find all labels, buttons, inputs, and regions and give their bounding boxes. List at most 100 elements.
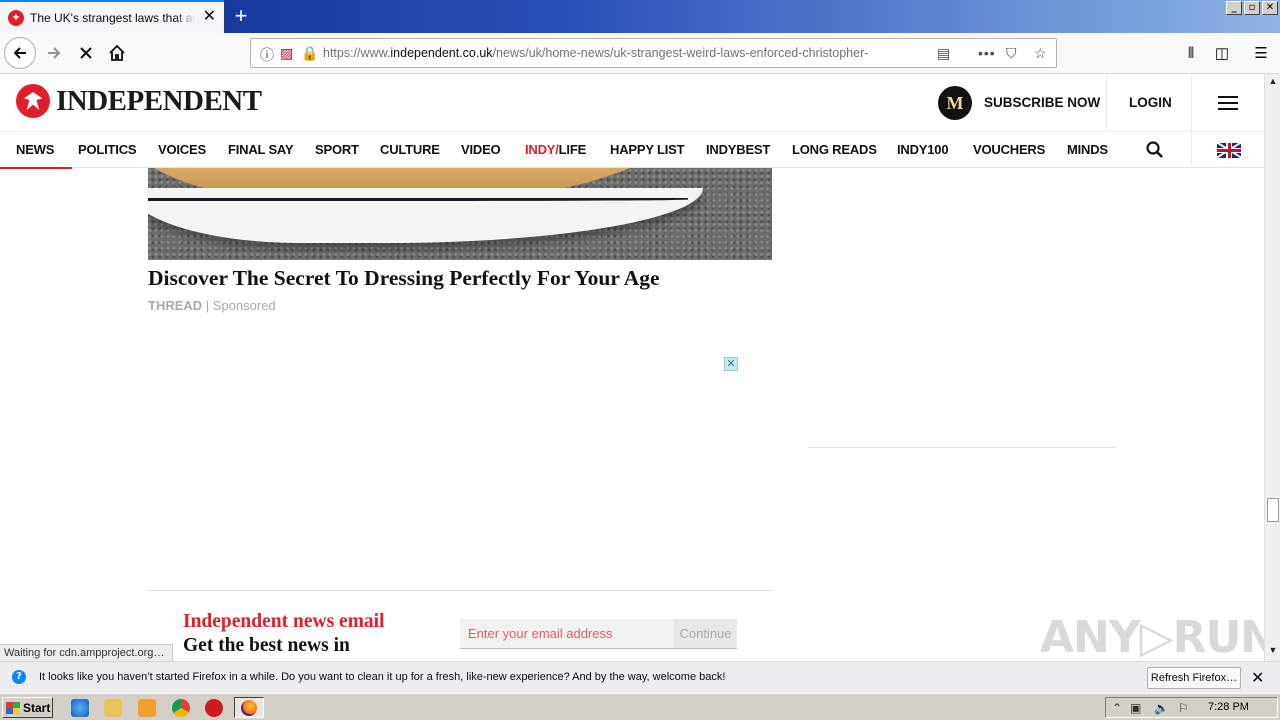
site-nav: NEWS POLITICS VOICES FINAL SAY SPORT CUL… [0, 132, 1264, 169]
page-actions-icon[interactable]: ••• [978, 45, 996, 61]
nav-politics[interactable]: POLITICS [78, 142, 137, 157]
tray-expand-icon[interactable]: ⌃ [1112, 701, 1122, 715]
library-button[interactable]: ⫴ [1175, 38, 1207, 68]
anyrun-watermark: ANY▷RUN [1040, 612, 1264, 661]
taskbar-clock[interactable]: 7:28 PM [1208, 701, 1249, 713]
new-tab-icon[interactable]: + [230, 3, 252, 29]
newsletter-email-input[interactable] [460, 619, 674, 649]
nav-news[interactable]: NEWS [0, 142, 73, 169]
nav-culture[interactable]: CULTURE [380, 142, 440, 157]
refresh-firefox-button[interactable]: Refresh Firefox… [1147, 667, 1241, 689]
promo-shoe-image[interactable] [148, 168, 772, 260]
menu-button[interactable]: ☰ [1245, 38, 1277, 68]
nav-final-say[interactable]: FINAL SAY [228, 142, 294, 157]
media-player-icon[interactable] [138, 699, 156, 717]
forward-button[interactable] [38, 38, 70, 68]
forward-arrow-icon [48, 47, 61, 59]
tracking-blocked-icon[interactable]: ▨ [280, 45, 293, 62]
pocket-icon[interactable]: ⛉ [1006, 45, 1017, 62]
nav-vouchers[interactable]: VOUCHERS [973, 142, 1045, 157]
notification-close-icon[interactable]: ✕ [1251, 668, 1264, 688]
opera-icon[interactable] [205, 699, 223, 717]
ie-icon[interactable] [71, 699, 89, 717]
page-scrollbar[interactable]: ▲ ▼ [1264, 74, 1280, 661]
newsletter-title: Independent news email [183, 611, 385, 632]
window-close-icon[interactable]: ✕ [1262, 1, 1278, 15]
notification-message: It looks like you haven’t started Firefo… [39, 671, 726, 683]
bookmark-star-icon[interactable]: ☆ [1034, 45, 1047, 62]
nav-minds[interactable]: MINDS [1067, 142, 1108, 157]
url-bar[interactable]: ⓘ ▨ 🔒 https://www.independent.co.uk/news… [250, 38, 1057, 68]
scroll-thumb[interactable] [1267, 498, 1279, 522]
nav-indy-label: INDY/ [525, 142, 559, 157]
tab-title: The UK's strangest laws that are s [30, 10, 195, 25]
volume-icon[interactable]: 🔈 [1154, 701, 1169, 715]
subscribe-badge-icon[interactable]: M [938, 86, 972, 120]
sidebar-icon: ◫ [1214, 45, 1230, 62]
promo-headline[interactable]: Discover The Secret To Dressing Perfectl… [148, 266, 660, 291]
site-search-button[interactable] [1145, 140, 1165, 165]
info-icon: ? [12, 670, 26, 684]
promo-source: THREAD | Sponsored [148, 298, 276, 313]
network-icon[interactable]: ▣ [1130, 701, 1141, 715]
newsletter-subtitle: Get the best news in [183, 635, 350, 656]
library-icon: ⫴ [1187, 44, 1195, 62]
stop-button[interactable] [70, 38, 102, 68]
start-button[interactable]: Start [2, 697, 53, 718]
search-icon [1146, 141, 1163, 158]
chrome-icon[interactable] [172, 699, 190, 717]
promo-sponsored: Sponsored [212, 298, 276, 313]
nav-long-reads[interactable]: LONG READS [792, 142, 877, 157]
status-bar: Waiting for cdn.ampproject.org… [0, 644, 174, 661]
explorer-folder-icon[interactable] [104, 699, 122, 717]
sidebar-button[interactable]: ◫ [1206, 38, 1238, 68]
action-center-flag-icon[interactable]: ⚐ [1178, 701, 1189, 715]
logo-wordmark: INDEPENDENT [56, 84, 262, 117]
insecure-lock-icon[interactable]: 🔒 [301, 45, 318, 62]
ad-close-icon[interactable]: ✕ [724, 357, 738, 371]
newsletter-continue-button[interactable]: Continue [674, 619, 737, 649]
restore-icon[interactable]: ▫ [1244, 1, 1260, 15]
nav-happy-list[interactable]: HAPPY LIST [610, 142, 685, 157]
firefox-icon [241, 700, 257, 716]
promo-brand[interactable]: THREAD [148, 298, 202, 313]
nav-indy-life[interactable]: INDY/LIFE [525, 142, 586, 157]
login-button[interactable]: LOGIN [1129, 95, 1172, 110]
scroll-down-icon[interactable]: ▼ [1267, 645, 1279, 659]
reader-view-icon[interactable]: ▤ [937, 45, 950, 62]
nav-indy100[interactable]: INDY100 [897, 142, 949, 157]
system-tray: ⌃ ▣ 🔈 ⚐ 7:28 PM [1105, 697, 1278, 718]
nav-video[interactable]: VIDEO [461, 142, 501, 157]
site-menu-icon[interactable] [1218, 96, 1238, 114]
refresh-firefox-notification: ? It looks like you haven’t started Fire… [0, 661, 1280, 693]
promo-separator: | [202, 298, 213, 313]
stop-icon [80, 47, 92, 59]
scroll-up-icon[interactable]: ▲ [1267, 76, 1279, 90]
site-logo[interactable]: INDEPENDENT [16, 84, 262, 118]
sidebar-divider [808, 447, 1116, 448]
site-header: INDEPENDENT M SUBSCRIBE NOW LOGIN [0, 74, 1264, 132]
home-icon [109, 44, 125, 61]
browser-toolbar: ⓘ ▨ 🔒 https://www.independent.co.uk/news… [0, 33, 1280, 74]
back-button[interactable] [4, 37, 36, 69]
nav-sport[interactable]: SPORT [315, 142, 359, 157]
home-button[interactable] [101, 38, 133, 68]
windows-logo-icon [6, 701, 20, 714]
page-viewport: INDEPENDENT M SUBSCRIBE NOW LOGIN NEWS P… [0, 74, 1264, 661]
tab-close-icon[interactable]: ✕ [203, 9, 216, 25]
site-info-icon[interactable]: ⓘ [260, 45, 274, 65]
minimize-icon[interactable]: _ [1226, 1, 1242, 15]
browser-tab-active[interactable]: ✦ The UK's strangest laws that are s ✕ [0, 0, 224, 33]
back-arrow-icon [13, 47, 26, 59]
nav-voices[interactable]: VOICES [158, 142, 206, 157]
start-label: Start [23, 700, 51, 715]
url-text[interactable]: https://www.independent.co.uk/news/uk/ho… [323, 46, 903, 60]
nav-indybest[interactable]: INDYBEST [706, 142, 770, 157]
subscribe-button[interactable]: SUBSCRIBE NOW [984, 95, 1100, 110]
firefox-taskbar-button[interactable] [234, 697, 264, 718]
nav-life-label: LIFE [558, 142, 587, 157]
windows-taskbar: Start ⌃ ▣ 🔈 ⚐ 7:28 PM [0, 693, 1280, 720]
tab-strip: ✦ The UK's strangest laws that are s ✕ +… [0, 0, 1280, 33]
uk-flag-icon [1217, 143, 1241, 158]
edition-switch[interactable] [1191, 132, 1264, 168]
